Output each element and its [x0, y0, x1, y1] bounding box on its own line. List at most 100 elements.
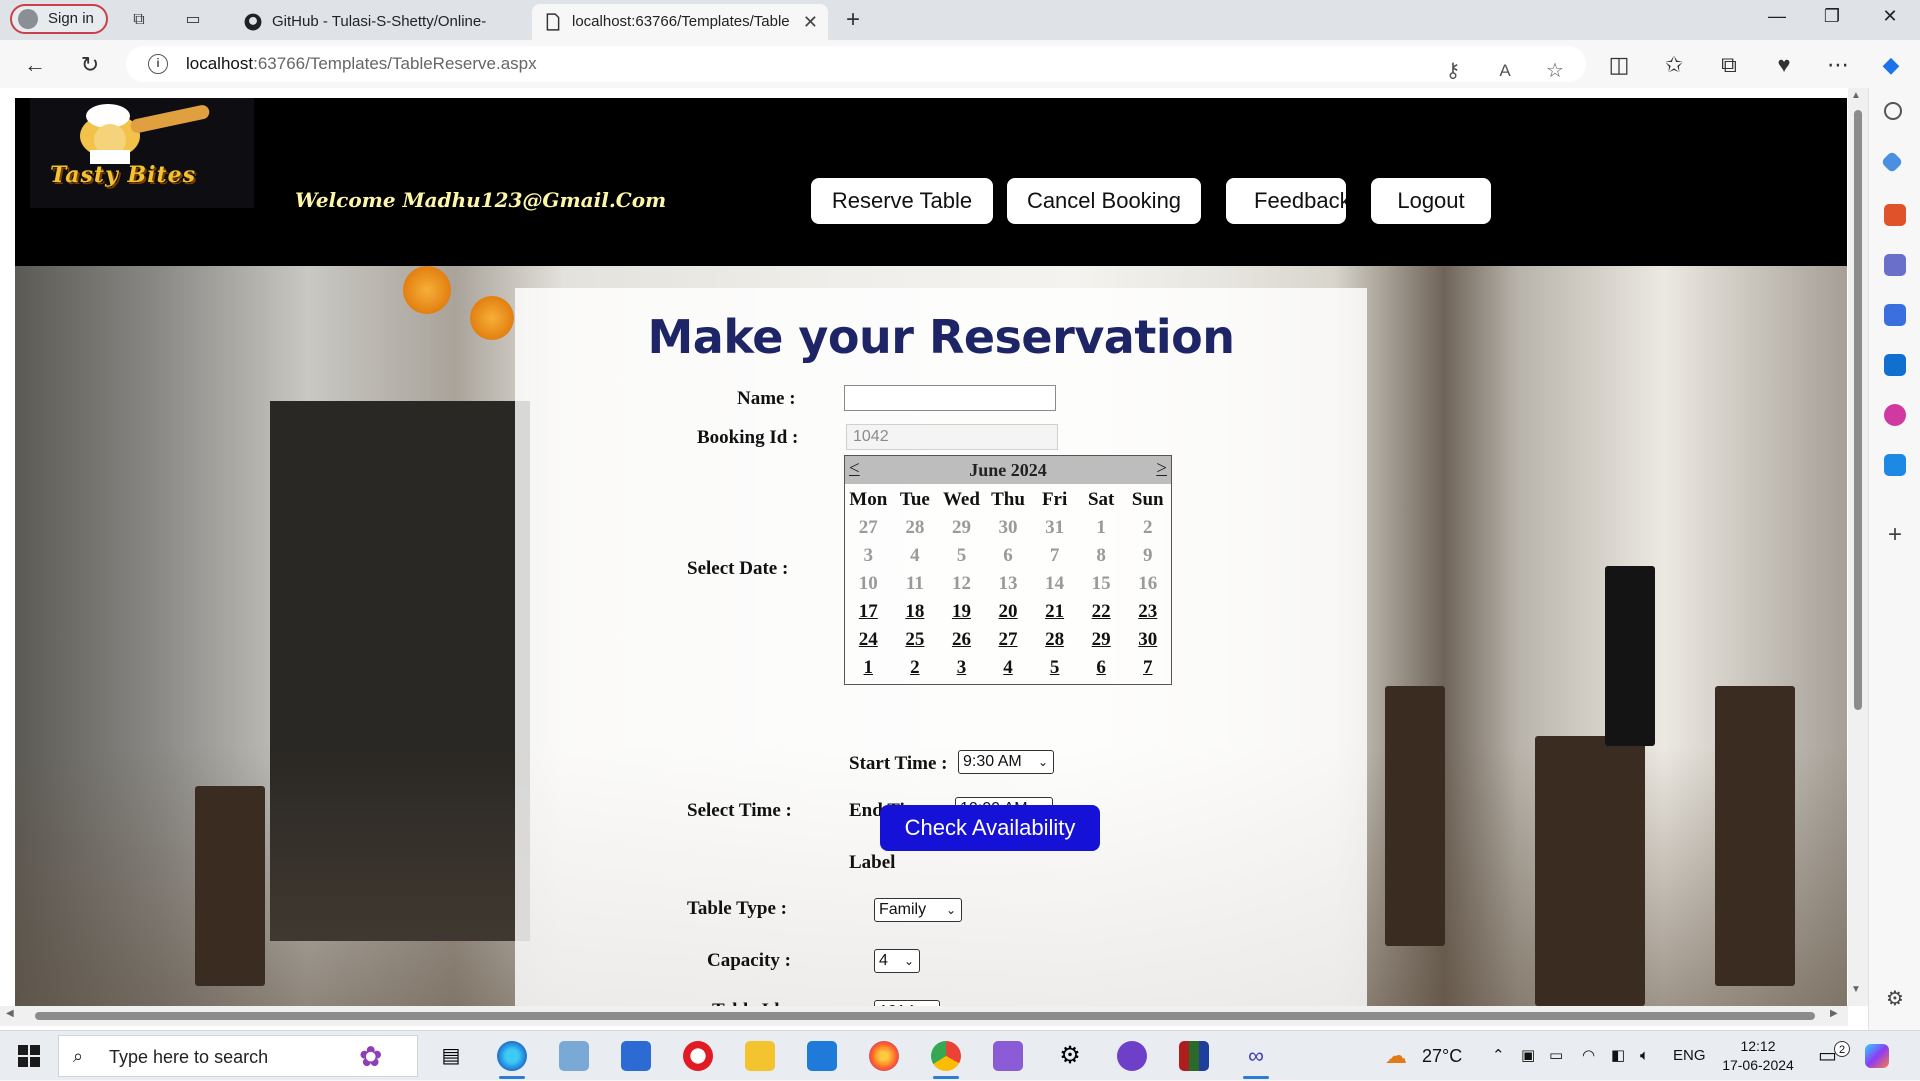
workspaces-icon[interactable]: ⧉: [128, 9, 150, 31]
calendar-day[interactable]: 29: [1078, 626, 1125, 654]
calendar-day[interactable]: 26: [938, 626, 985, 654]
speaker-tray-icon[interactable]: ◧: [1611, 1031, 1625, 1081]
calendar-day[interactable]: 17: [845, 598, 892, 626]
chevron-up-icon[interactable]: ⌃: [1492, 1031, 1505, 1081]
opera-icon[interactable]: [683, 1041, 713, 1071]
check-availability-button[interactable]: Check Availability: [880, 805, 1100, 851]
visual-studio-icon[interactable]: [993, 1041, 1023, 1071]
browser-essentials-icon[interactable]: ♥: [1769, 50, 1799, 80]
scroll-up-icon[interactable]: ▲: [1851, 90, 1861, 101]
taskbar-search-box[interactable]: ⌕ Type here to search ✿: [58, 1035, 418, 1077]
mail-icon[interactable]: [807, 1041, 837, 1071]
camera-tray-icon[interactable]: ▣: [1521, 1031, 1535, 1081]
new-tab-icon[interactable]: +: [842, 8, 864, 32]
capacity-select[interactable]: 4 ⌄: [874, 949, 920, 973]
calendar-next-month[interactable]: >: [1156, 458, 1167, 480]
favorite-star-icon[interactable]: ☆: [1542, 58, 1568, 84]
microsoft-365-icon[interactable]: [1884, 304, 1906, 326]
calendar-day[interactable]: 22: [1078, 598, 1125, 626]
refresh-icon[interactable]: ↻: [75, 50, 105, 80]
edge-taskbar-icon[interactable]: [497, 1041, 527, 1079]
more-options-icon[interactable]: ⋯: [1823, 50, 1853, 80]
close-window-icon[interactable]: ✕: [1875, 6, 1905, 27]
minimize-icon[interactable]: —: [1762, 6, 1792, 27]
collections-icon[interactable]: ⧉: [1714, 50, 1744, 80]
task-view-icon[interactable]: ▤: [436, 1041, 466, 1071]
store-icon[interactable]: [621, 1041, 651, 1071]
notifications-icon[interactable]: ▭: [1818, 1031, 1837, 1081]
horizontal-scrollbar[interactable]: ◀ ▶: [0, 1006, 1848, 1026]
feedback-button[interactable]: Feedback: [1226, 178, 1346, 224]
wifi-icon[interactable]: ◠: [1582, 1031, 1595, 1081]
settings-gear-icon[interactable]: ⚙: [1884, 988, 1906, 1010]
table-type-select[interactable]: Family ⌄: [874, 898, 962, 922]
start-time-select[interactable]: 9:30 AM ⌄: [958, 750, 1054, 774]
calendar-day[interactable]: 6: [1078, 654, 1125, 682]
calendar-day[interactable]: 25: [892, 626, 939, 654]
copilot-icon[interactable]: ◆: [1876, 50, 1906, 80]
favorites-icon[interactable]: ✩: [1659, 50, 1689, 80]
weather-temp[interactable]: 27°C: [1422, 1031, 1462, 1081]
calendar-day[interactable]: 24: [845, 626, 892, 654]
reserve-table-button[interactable]: Reserve Table: [811, 178, 993, 224]
scroll-down-icon[interactable]: ▼: [1851, 984, 1861, 995]
address-input[interactable]: i localhost:63766/Templates/TableReserve…: [126, 46, 1586, 82]
calendar-day[interactable]: 2: [892, 654, 939, 682]
cancel-booking-button[interactable]: Cancel Booking: [1007, 178, 1201, 224]
volume-icon[interactable]: 🔈︎: [1640, 1031, 1649, 1081]
calendar-day[interactable]: 4: [985, 654, 1032, 682]
tasty-bites-logo[interactable]: Tasty Bites: [30, 98, 254, 208]
read-aloud-icon[interactable]: A: [1492, 58, 1518, 84]
winrar-icon[interactable]: [1179, 1041, 1209, 1071]
split-screen-icon[interactable]: ◫: [1604, 50, 1634, 80]
profile-signin-button[interactable]: Sign in: [10, 4, 108, 34]
calendar-day[interactable]: 30: [1124, 626, 1171, 654]
github-desktop-icon[interactable]: [1117, 1041, 1147, 1071]
settings-icon[interactable]: ⚙: [1055, 1041, 1085, 1071]
designer-icon[interactable]: [1884, 404, 1906, 426]
password-key-icon[interactable]: ⚷: [1440, 58, 1466, 84]
tab-actions-icon[interactable]: ▭: [182, 9, 204, 31]
logout-button[interactable]: Logout: [1371, 178, 1491, 224]
games-icon[interactable]: [1884, 254, 1906, 276]
calendar-day[interactable]: 5: [1031, 654, 1078, 682]
calendar-day[interactable]: 27: [985, 626, 1032, 654]
tab-localhost[interactable]: localhost:63766/Templates/Table ✕: [532, 4, 828, 40]
site-info-icon[interactable]: i: [148, 54, 168, 74]
language-indicator[interactable]: ENG: [1673, 1031, 1706, 1081]
network-app-icon[interactable]: [559, 1041, 589, 1071]
calendar-day[interactable]: 21: [1031, 598, 1078, 626]
add-sidebar-app-icon[interactable]: +: [1884, 523, 1906, 547]
infinity-app-icon[interactable]: ∞: [1241, 1041, 1271, 1079]
windows-start-icon[interactable]: [18, 1045, 40, 1067]
vertical-scrollbar[interactable]: ▲ ▼: [1848, 88, 1868, 1006]
scroll-right-icon[interactable]: ▶: [1830, 1008, 1838, 1019]
copilot-taskbar-icon[interactable]: [1865, 1044, 1889, 1068]
drop-icon[interactable]: [1884, 454, 1906, 476]
calendar-day[interactable]: 1: [845, 654, 892, 682]
firefox-icon[interactable]: [869, 1041, 899, 1071]
outlook-icon[interactable]: [1884, 354, 1906, 376]
calendar-day[interactable]: 19: [938, 598, 985, 626]
weather-icon[interactable]: ☁: [1385, 1031, 1407, 1081]
calendar-day[interactable]: 7: [1124, 654, 1171, 682]
file-explorer-icon[interactable]: [745, 1041, 775, 1071]
vertical-scroll-thumb[interactable]: [1854, 110, 1862, 710]
calendar-day[interactable]: 28: [1031, 626, 1078, 654]
name-input[interactable]: [844, 385, 1056, 411]
battery-tray-icon[interactable]: ▭: [1549, 1031, 1563, 1081]
system-clock[interactable]: 12:12 17-06-2024: [1718, 1037, 1798, 1075]
tab-github[interactable]: GitHub - Tulasi-S-Shetty/Online-: [232, 4, 528, 40]
back-icon[interactable]: ←: [20, 50, 50, 80]
search-icon[interactable]: [1884, 102, 1902, 120]
calendar-day[interactable]: 18: [892, 598, 939, 626]
calendar-day[interactable]: 3: [938, 654, 985, 682]
chrome-icon[interactable]: [931, 1041, 961, 1079]
scroll-left-icon[interactable]: ◀: [6, 1008, 14, 1019]
calendar-day[interactable]: 23: [1124, 598, 1171, 626]
horizontal-scroll-thumb[interactable]: [35, 1012, 1815, 1020]
restore-icon[interactable]: ❐: [1817, 6, 1847, 27]
calendar-day[interactable]: 20: [985, 598, 1032, 626]
close-tab-icon[interactable]: ✕: [803, 4, 818, 40]
shopping-tag-icon[interactable]: [1880, 150, 1904, 174]
